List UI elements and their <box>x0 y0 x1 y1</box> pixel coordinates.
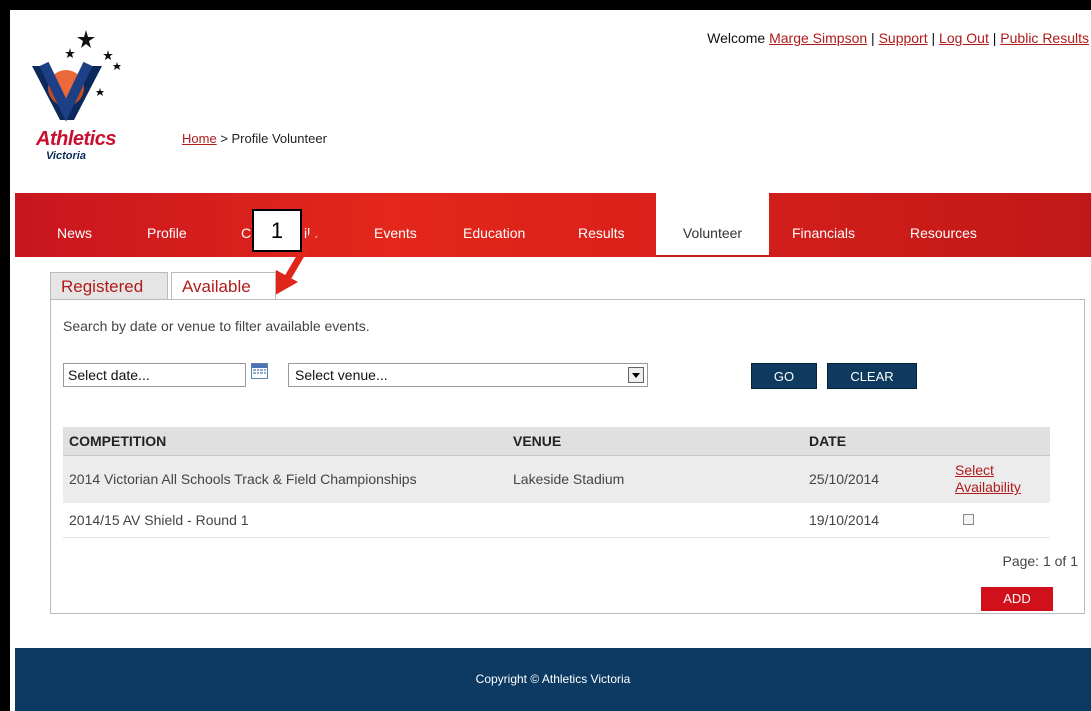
calendar-icon[interactable] <box>251 363 268 379</box>
table-row: 2014 Victorian All Schools Track & Field… <box>63 455 1050 503</box>
nav-item-financials[interactable]: Financials <box>792 193 855 257</box>
go-button[interactable]: GO <box>751 363 817 389</box>
public-results-link[interactable]: Public Results <box>1000 30 1089 46</box>
topbar-separator: | <box>992 30 997 46</box>
logo-subtext: Victoria <box>46 150 86 162</box>
competition-cell: 2014 Victorian All Schools Track & Field… <box>63 455 507 503</box>
nav-item-education[interactable]: Education <box>463 193 525 257</box>
date-cell: 25/10/2014 <box>803 455 949 503</box>
events-table: COMPETITION VENUE DATE 2014 Victorian Al… <box>63 427 1050 538</box>
venue-cell <box>507 503 803 538</box>
breadcrumb-home-link[interactable]: Home <box>182 131 217 146</box>
column-header-action <box>949 427 1050 456</box>
add-button[interactable]: ADD <box>981 587 1053 611</box>
topbar-separator: | <box>871 30 875 46</box>
user-topbar: Welcome Marge Simpson | Support | Log Ou… <box>707 30 1089 46</box>
nav-item-results[interactable]: Results <box>578 193 625 257</box>
table-row: 2014/15 AV Shield - Round 1 19/10/2014 <box>63 503 1050 538</box>
venue-select-value: Select venue... <box>295 367 388 383</box>
support-link[interactable]: Support <box>879 30 928 46</box>
column-header-date: DATE <box>803 427 949 456</box>
nav-item-news[interactable]: News <box>57 193 92 257</box>
welcome-text: Welcome <box>707 30 766 46</box>
availability-checkbox[interactable] <box>963 513 974 525</box>
nav-item-resources[interactable]: Resources <box>910 193 977 257</box>
logout-link[interactable]: Log Out <box>939 30 989 46</box>
nav-item-profile[interactable]: Profile <box>147 193 187 257</box>
column-header-venue: VENUE <box>507 427 803 456</box>
breadcrumb-current: > Profile Volunteer <box>220 131 327 146</box>
athletics-victoria-logo[interactable]: Athletics Victoria <box>22 28 132 162</box>
logo-text: Athletics <box>36 128 116 150</box>
available-panel: Search by date or venue to filter availa… <box>50 299 1085 614</box>
pagination-info: Page: 1 of 1 <box>1002 553 1078 569</box>
logo-mark-icon <box>32 30 121 122</box>
nav-item-events[interactable]: Events <box>374 193 417 257</box>
annotation-callout: 1 <box>252 209 302 252</box>
clear-button[interactable]: CLEAR <box>827 363 917 389</box>
date-cell: 19/10/2014 <box>803 503 949 538</box>
breadcrumb: Home > Profile Volunteer <box>182 131 327 146</box>
footer: Copyright © Athletics Victoria <box>15 648 1091 711</box>
copyright-text: Copyright © Athletics Victoria <box>475 672 631 686</box>
filter-hint: Search by date or venue to filter availa… <box>63 318 370 334</box>
topbar-separator: | <box>931 30 936 46</box>
chevron-down-icon[interactable] <box>628 367 644 383</box>
nav-item-volunteer[interactable]: Volunteer <box>656 193 769 257</box>
main-nav: News Profile C ile Events Education Resu… <box>15 193 1091 257</box>
page-frame: Athletics Victoria Home > Profile Volunt… <box>10 10 1091 711</box>
select-availability-link[interactable]: Select Availability <box>955 462 1021 495</box>
tab-available[interactable]: Available <box>171 272 276 301</box>
venue-cell: Lakeside Stadium <box>507 455 803 503</box>
user-name-link[interactable]: Marge Simpson <box>769 30 867 46</box>
nav-item-competition-profile-start[interactable]: C <box>241 193 251 257</box>
competition-cell: 2014/15 AV Shield - Round 1 <box>63 503 507 538</box>
venue-select[interactable]: Select venue... <box>288 363 648 387</box>
date-input[interactable]: Select date... <box>63 363 246 387</box>
column-header-competition: COMPETITION <box>63 427 507 456</box>
tab-registered[interactable]: Registered <box>50 272 168 300</box>
